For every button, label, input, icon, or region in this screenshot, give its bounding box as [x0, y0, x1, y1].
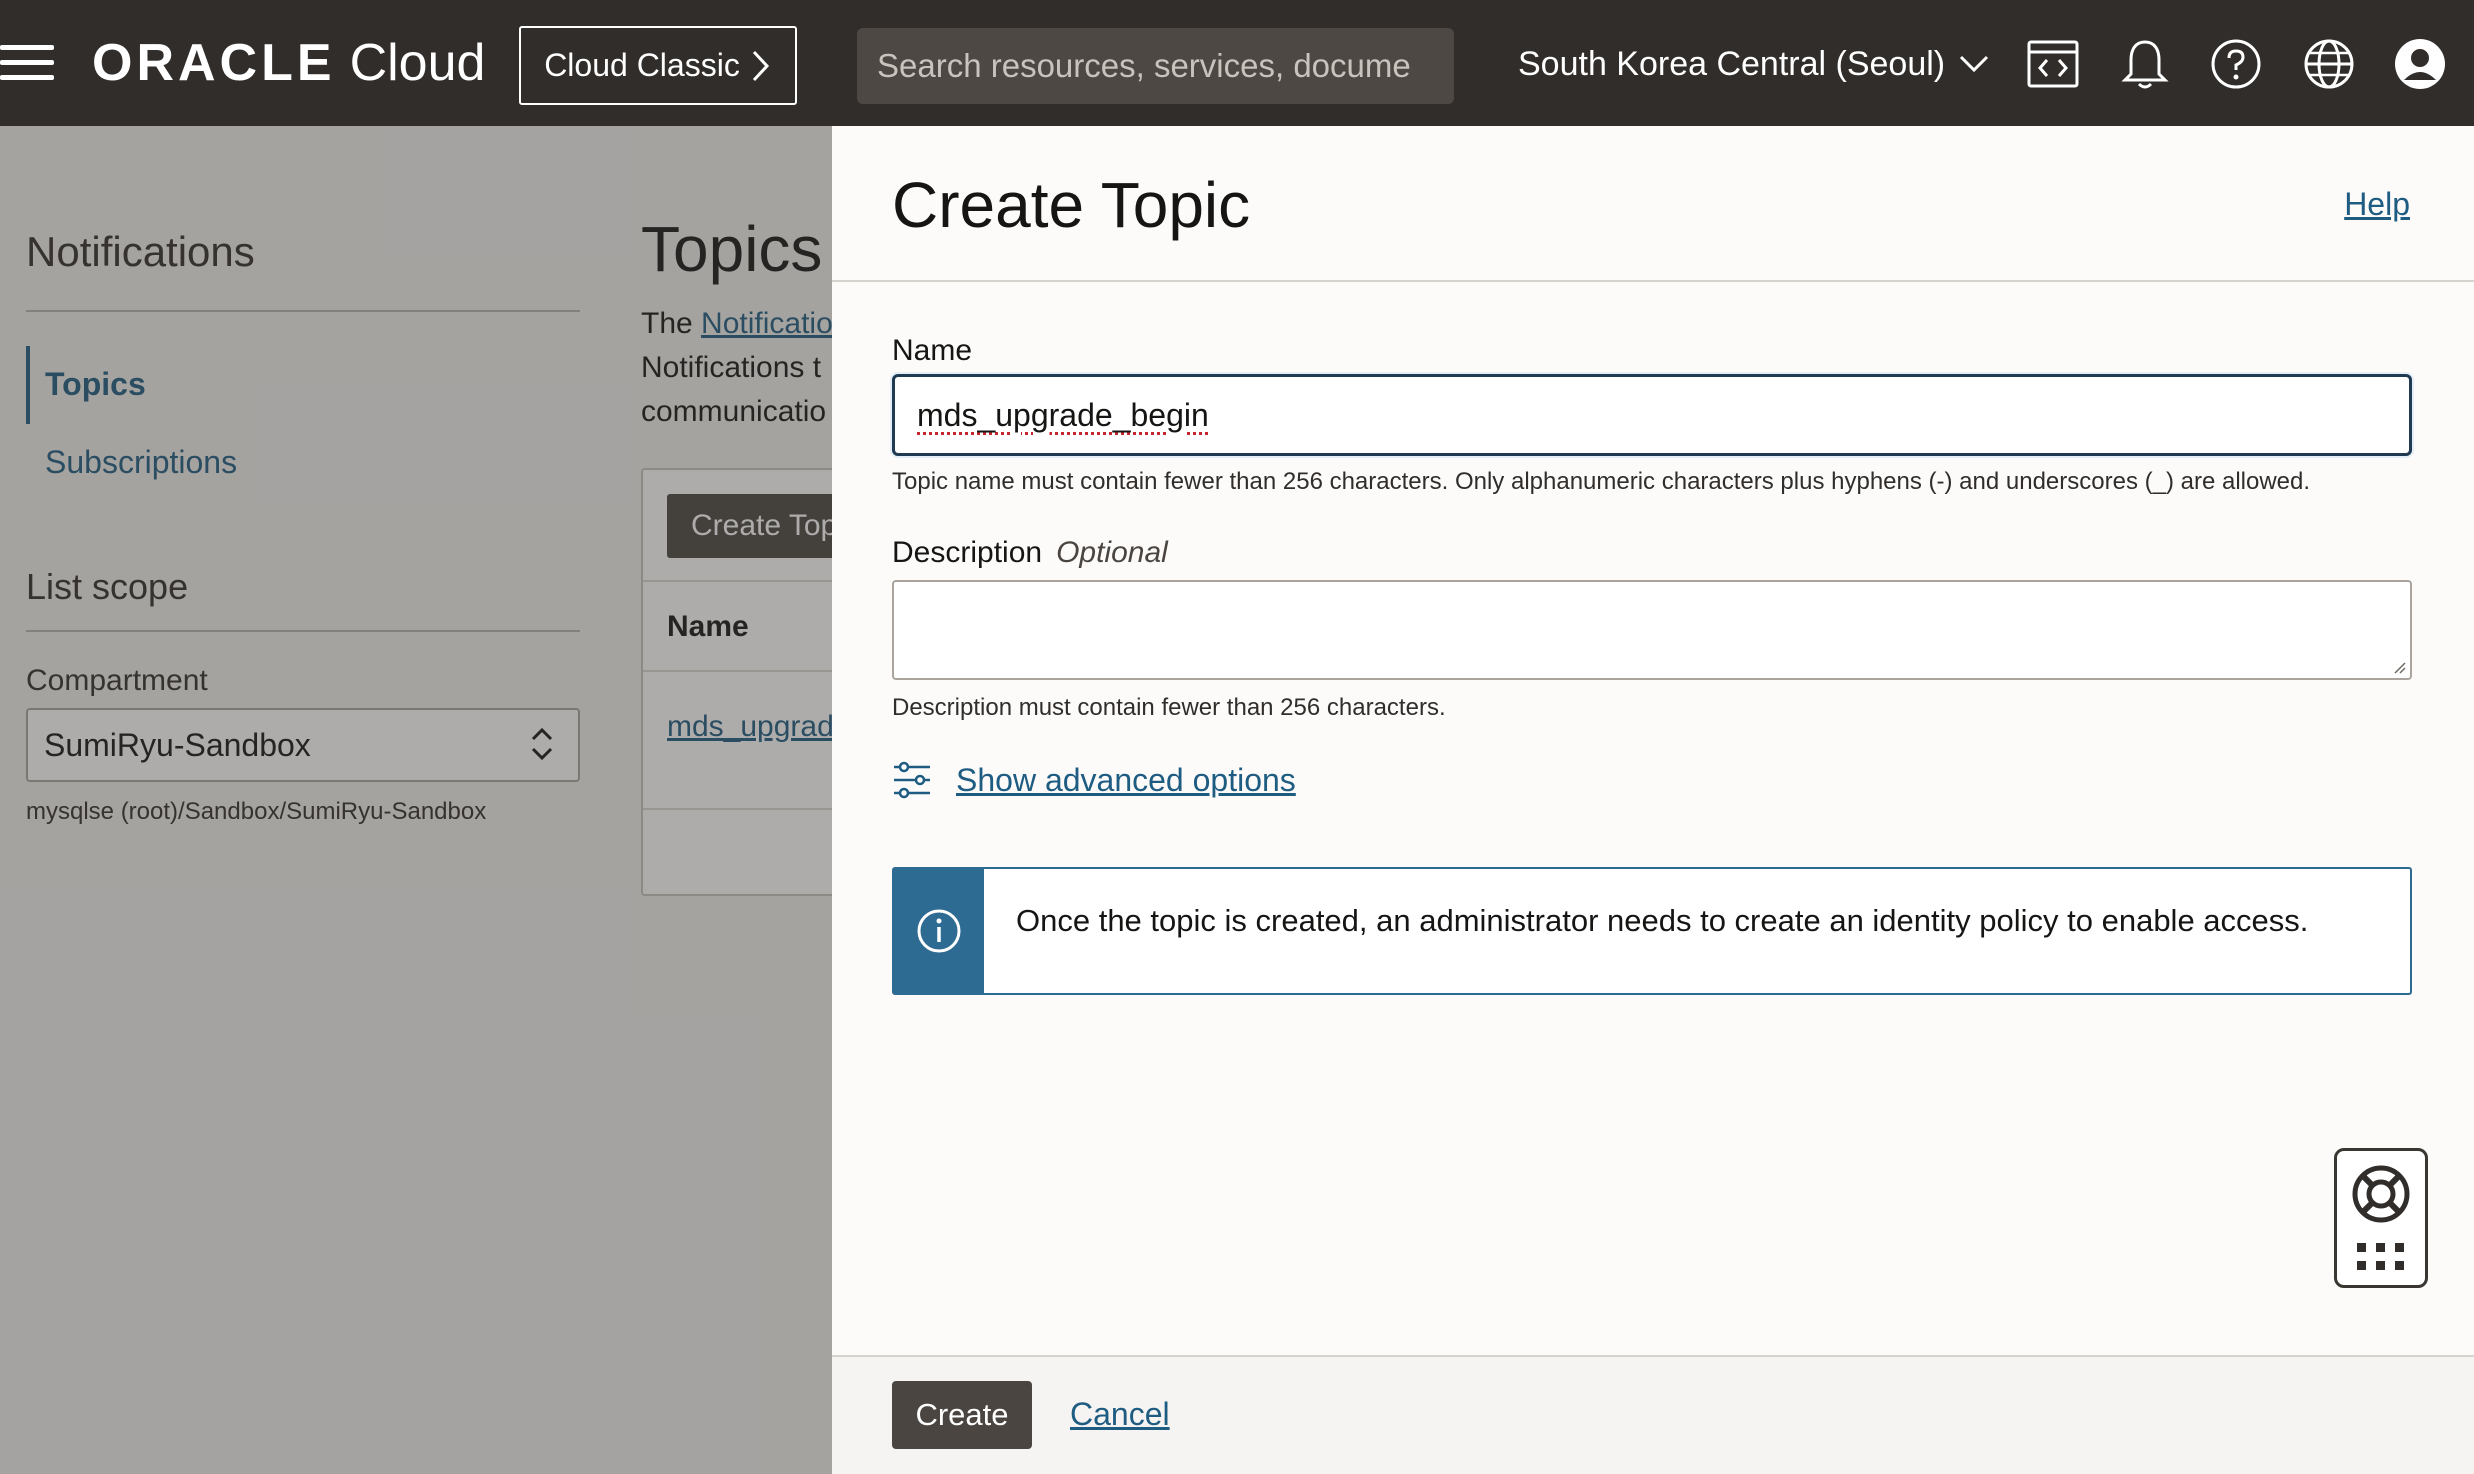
- logo-product: Cloud: [349, 34, 486, 92]
- info-icon: [917, 909, 961, 953]
- advanced-options-label: Show advanced options: [956, 761, 1296, 798]
- chevron-down-icon: [1960, 55, 1989, 73]
- modal-overlay[interactable]: [0, 126, 832, 1474]
- panel-header-divider: [832, 280, 2474, 282]
- user-avatar-icon[interactable]: [2392, 36, 2448, 92]
- help-link[interactable]: Help: [2344, 186, 2410, 223]
- help-icon[interactable]: [2208, 36, 2264, 92]
- hamburger-menu-icon[interactable]: [0, 45, 56, 81]
- create-button[interactable]: Create: [892, 1381, 1032, 1449]
- support-widget[interactable]: [2334, 1148, 2428, 1288]
- chevron-right-icon: [752, 50, 769, 81]
- top-header: ORACLE Cloud Cloud Classic Search resourc…: [0, 0, 2474, 126]
- show-advanced-options[interactable]: Show advanced options: [892, 758, 1296, 802]
- region-selector[interactable]: South Korea Central (Seoul): [1518, 36, 1989, 92]
- description-textarea[interactable]: [892, 580, 2412, 680]
- code-editor-icon[interactable]: [2025, 36, 2081, 92]
- cloud-classic-label: Cloud Classic: [544, 47, 740, 83]
- optional-tag: Optional: [1056, 536, 1168, 569]
- oracle-cloud-logo[interactable]: ORACLE Cloud: [92, 30, 485, 96]
- topic-name-value: mds_upgrade_begin: [917, 397, 1209, 433]
- info-message: Once the topic is created, an administra…: [1016, 903, 2309, 938]
- sliders-icon: [894, 761, 930, 799]
- region-label: South Korea Central (Seoul): [1518, 45, 1946, 83]
- lifebuoy-icon: [2352, 1165, 2410, 1223]
- create-topic-panel: Create Topic Help Name mds_upgrade_begin…: [832, 126, 2474, 1474]
- info-banner: Once the topic is created, an administra…: [892, 867, 2412, 995]
- apps-grid-icon: [2357, 1243, 2404, 1270]
- name-label: Name: [892, 334, 973, 367]
- description-hint: Description must contain fewer than 256 …: [892, 694, 1446, 721]
- info-banner-accent: [894, 869, 984, 993]
- topic-name-input[interactable]: mds_upgrade_begin: [892, 374, 2412, 456]
- name-hint: Topic name must contain fewer than 256 c…: [892, 468, 2311, 495]
- bell-icon[interactable]: [2117, 36, 2173, 92]
- panel-title: Create Topic: [892, 169, 1251, 241]
- globe-icon[interactable]: [2301, 36, 2357, 92]
- description-label: Description Optional: [892, 536, 1168, 570]
- cancel-link[interactable]: Cancel: [1070, 1396, 1170, 1433]
- resize-grip-icon[interactable]: [2390, 658, 2406, 674]
- logo-brand: ORACLE: [92, 34, 336, 92]
- search-input[interactable]: Search resources, services, docume: [857, 28, 1454, 104]
- description-label-text: Description: [892, 536, 1043, 569]
- cloud-classic-button[interactable]: Cloud Classic: [519, 26, 797, 105]
